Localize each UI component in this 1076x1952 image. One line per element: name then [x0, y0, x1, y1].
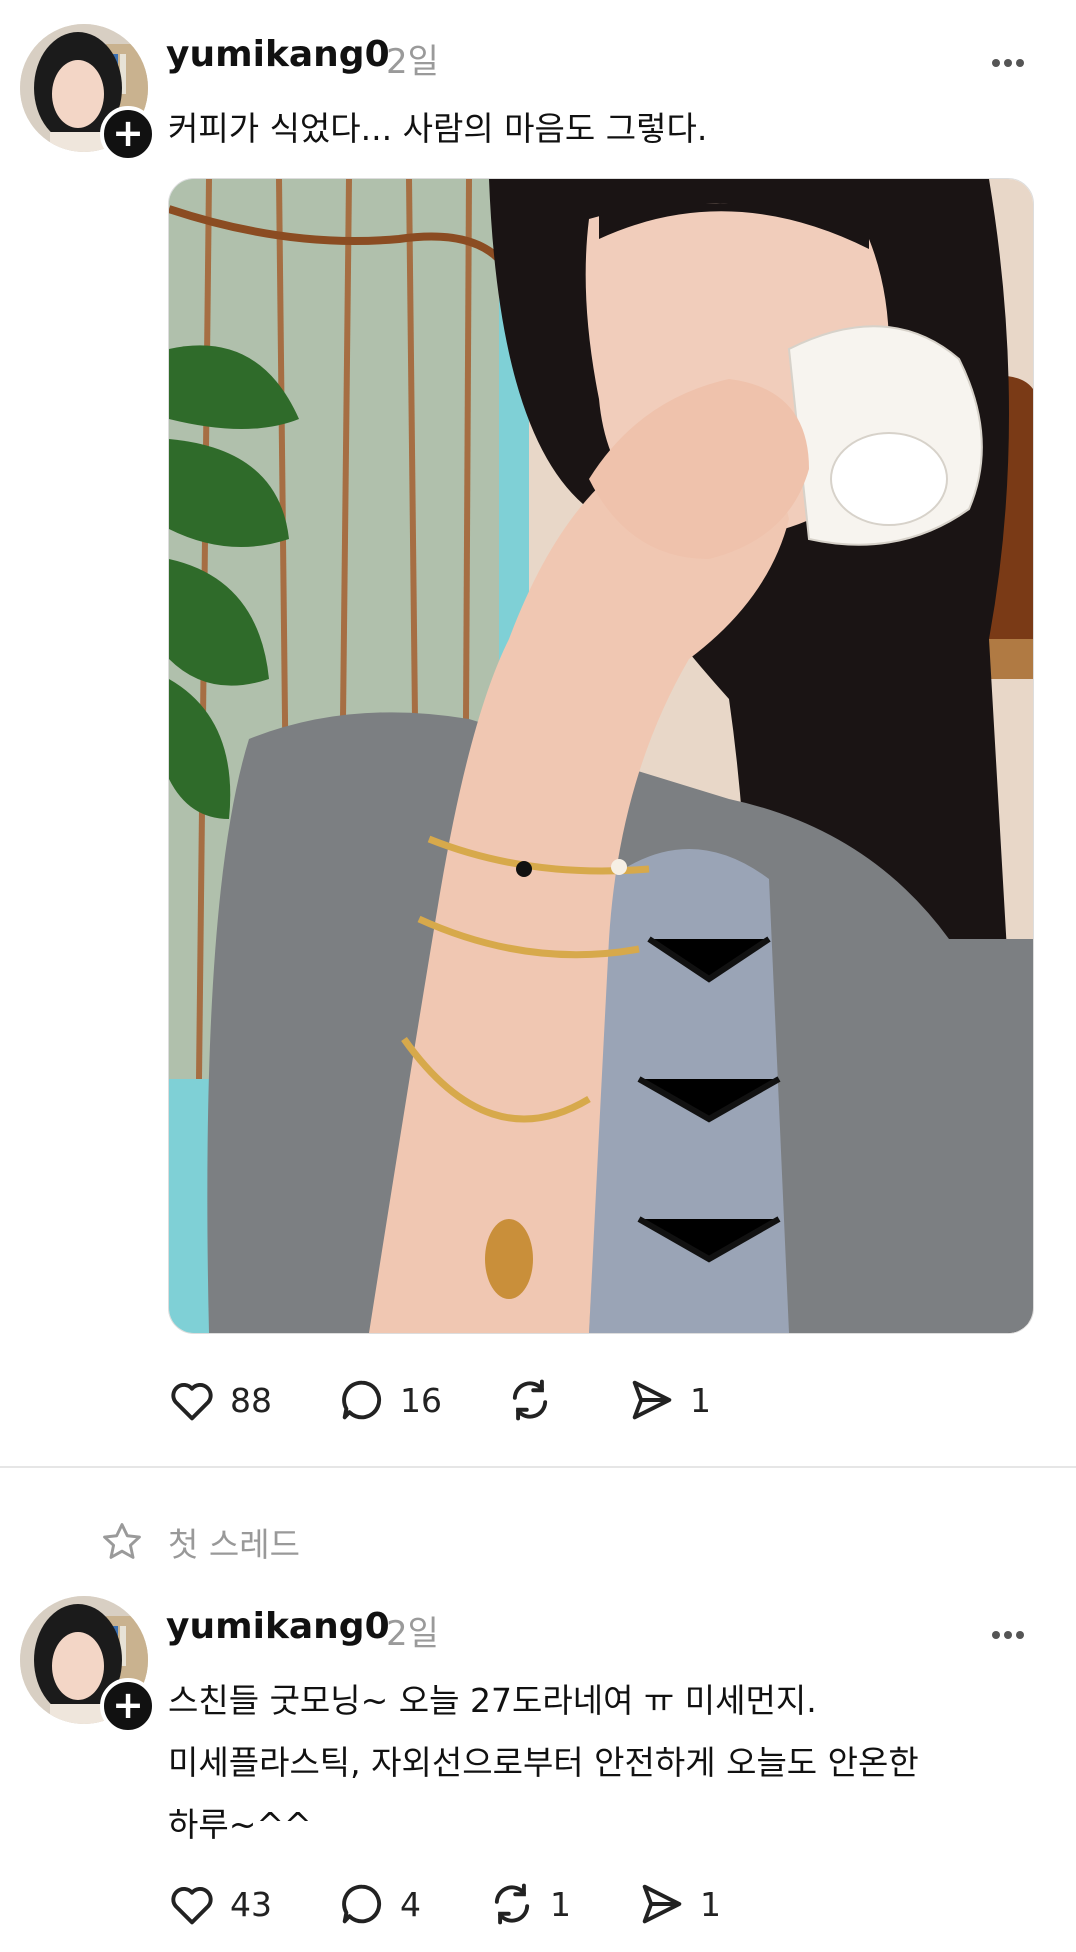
share-button[interactable]: 1: [636, 1878, 721, 1930]
reply-count: 16: [400, 1380, 442, 1420]
thread-label-text: 첫 스레드: [168, 1525, 300, 1564]
post-photo[interactable]: [168, 178, 1034, 1334]
share-button[interactable]: 1: [626, 1374, 711, 1426]
like-button[interactable]: 43: [166, 1878, 272, 1930]
follow-plus-icon[interactable]: +: [100, 106, 156, 162]
repost-count: 1: [550, 1884, 571, 1924]
divider: [0, 1466, 1076, 1468]
repost-icon: [512, 1379, 548, 1421]
username[interactable]: yumikang0: [166, 1606, 390, 1647]
follow-plus-icon[interactable]: +: [100, 1678, 156, 1734]
like-count: 43: [230, 1884, 272, 1924]
repost-button[interactable]: [504, 1374, 556, 1426]
comment-icon: [342, 1380, 382, 1420]
post-text-line-3: 하루~^^: [168, 1805, 312, 1844]
reply-count: 4: [400, 1884, 421, 1924]
reply-button[interactable]: 16: [336, 1374, 442, 1426]
post-2: + yumikang0 2일 스친들 굿모닝~ 오늘 27도라네여 ㅠ 미세먼지…: [0, 1570, 1076, 1952]
more-icon[interactable]: [992, 1624, 1032, 1639]
username[interactable]: yumikang0: [166, 34, 390, 75]
post-1: + yumikang0 2일 커피가 식었다... 사람의 마음도 그렇다. 8…: [0, 0, 1076, 1462]
post-text-line-2: 미세플라스틱, 자외선으로부터 안전하게 오늘도 안온한: [168, 1743, 919, 1782]
repost-icon: [494, 1883, 530, 1925]
heart-icon: [171, 1886, 213, 1925]
reply-button[interactable]: 4: [336, 1878, 421, 1930]
heart-icon: [171, 1382, 213, 1421]
post-time: 2일: [386, 1614, 439, 1654]
post-time: 2일: [386, 42, 439, 82]
share-count: 1: [690, 1380, 711, 1420]
like-count: 88: [230, 1380, 272, 1420]
post-text: 커피가 식었다... 사람의 마음도 그렇다.: [168, 109, 708, 148]
post-actions: 88 16 1: [166, 1374, 1066, 1434]
send-icon: [632, 1380, 672, 1420]
first-thread-label: 첫 스레드: [100, 1518, 300, 1566]
repost-button[interactable]: 1: [486, 1878, 571, 1930]
share-count: 1: [700, 1884, 721, 1924]
like-button[interactable]: 88: [166, 1374, 272, 1426]
post-text-line-1: 스친들 굿모닝~ 오늘 27도라네여 ㅠ 미세먼지.: [168, 1681, 817, 1720]
send-icon: [642, 1884, 682, 1924]
post-actions: 43 4 1 1: [166, 1878, 1066, 1938]
star-icon: [103, 1523, 141, 1559]
more-icon[interactable]: [992, 52, 1032, 67]
comment-icon: [342, 1884, 382, 1924]
